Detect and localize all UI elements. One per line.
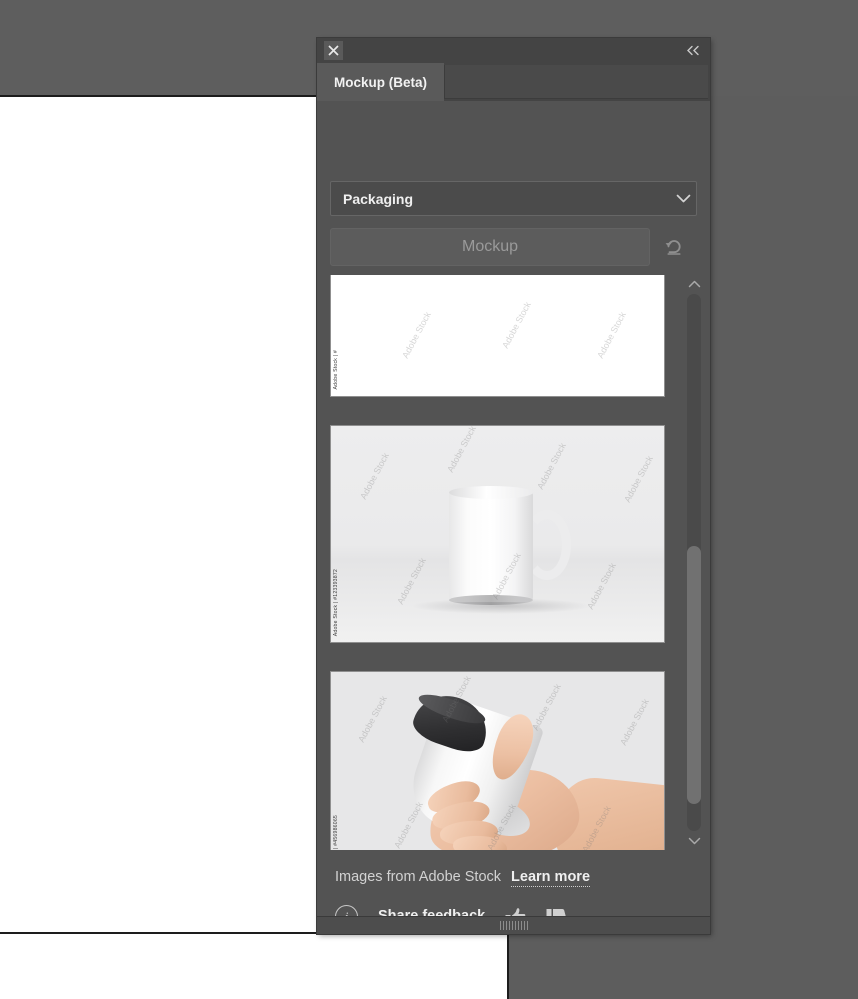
results-scrollbar[interactable] [683, 275, 705, 850]
thumbnail-cardboard-box[interactable]: Adobe Stock Adobe Stock Adobe Stock Adob… [330, 275, 665, 397]
mug-rim [449, 486, 533, 499]
white-mug-image [331, 426, 664, 642]
mug-body [449, 492, 533, 602]
tab-label: Mockup (Beta) [334, 74, 428, 90]
thumbnail-scroll-content: Adobe Stock Adobe Stock Adobe Stock Adob… [330, 275, 669, 850]
category-dropdown[interactable]: Packaging [330, 181, 697, 216]
grip-lines [499, 921, 528, 930]
panel-titlebar [317, 38, 710, 63]
photoshop-workspace: Mockup (Beta) Packaging Mockup Adobe Sto… [0, 0, 858, 999]
close-icon[interactable] [324, 41, 343, 60]
mockup-panel: Mockup (Beta) Packaging Mockup Adobe Sto… [317, 38, 710, 934]
panel-tab-bar: Mockup (Beta) [317, 63, 710, 101]
hand-cup-image [331, 672, 664, 850]
chevron-up-icon[interactable] [683, 275, 705, 293]
scrollbar-thumb[interactable] [687, 546, 701, 805]
cardboard-box-image [331, 275, 664, 396]
undo-reset-icon [665, 240, 681, 255]
panel-body: Packaging Mockup Adobe Stock Adobe Stock… [317, 101, 710, 934]
tab-bar-empty-area [444, 65, 708, 99]
stock-attribution-label: Images from Adobe Stock [335, 869, 502, 885]
mockup-results-list[interactable]: Adobe Stock Adobe Stock Adobe Stock Adob… [330, 275, 697, 850]
chevron-down-icon [670, 194, 696, 203]
scrollbar-track[interactable] [687, 294, 701, 831]
category-dropdown-value: Packaging [343, 190, 414, 207]
reset-button[interactable] [650, 228, 697, 266]
thumbnail-white-mug[interactable]: Adobe Stock Adobe Stock Adobe Stock Adob… [330, 425, 665, 643]
attribution-row: Images from Adobe Stock Learn more [335, 869, 685, 887]
chevron-down-icon[interactable] [683, 832, 705, 850]
learn-more-link[interactable]: Learn more [511, 869, 591, 887]
mockup-action-row: Mockup [330, 227, 697, 267]
tab-mockup-beta[interactable]: Mockup (Beta) [317, 63, 445, 101]
mockup-button[interactable]: Mockup [330, 228, 650, 266]
thumbnail-hand-cup[interactable]: Adobe Stock Adobe Stock Adobe Stock Adob… [330, 671, 665, 850]
mug-base-shadow [449, 595, 533, 605]
mockup-button-label: Mockup [461, 238, 519, 255]
double-chevron-left-icon[interactable] [684, 42, 702, 59]
document-canvas-lower[interactable] [0, 934, 509, 999]
panel-resize-grip[interactable] [317, 916, 710, 934]
